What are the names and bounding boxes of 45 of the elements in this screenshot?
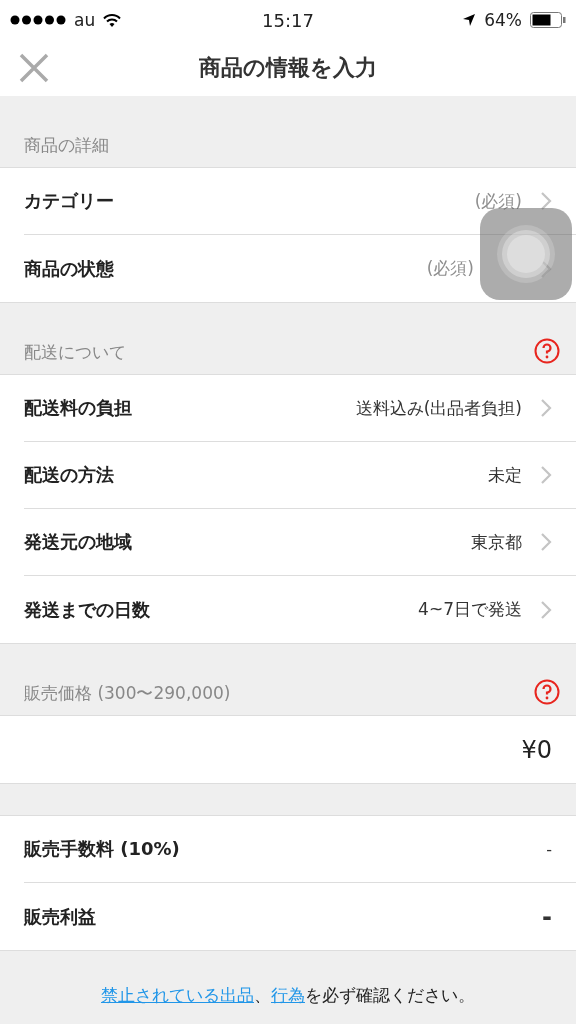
row-label: カテゴリー (24, 189, 115, 213)
row-value: (必須) (426, 257, 474, 280)
row-value: 東京都 (471, 530, 522, 554)
help-icon[interactable] (534, 338, 560, 364)
battery-icon (530, 12, 566, 28)
chevron-icon (540, 465, 552, 485)
row-value: 送料込み(出品者負担) (355, 396, 522, 420)
row-label: 発送元の地域 (24, 530, 133, 554)
row-label: 配送の方法 (24, 463, 115, 487)
assistive-touch-icon (496, 224, 556, 284)
row-value: 4~7日で発送 (418, 598, 522, 621)
chevron-icon (540, 191, 552, 211)
row-value: - (546, 839, 552, 859)
chevron-icon (540, 599, 552, 620)
row-label: 発送までの日数 (24, 597, 151, 622)
section-header: 商品の詳細 (24, 134, 109, 157)
help-icon[interactable] (534, 679, 560, 705)
row-value: - (542, 902, 552, 931)
row-label: 販売利益 (24, 904, 97, 929)
close-icon (19, 53, 49, 83)
signal-icon (10, 15, 66, 25)
assistive-touch-button[interactable] (480, 208, 572, 300)
row-label: 販売手数料 (10%) (24, 837, 181, 861)
section-header: 配送について (24, 341, 126, 364)
wifi-icon (103, 13, 122, 27)
list-row[interactable]: カテゴリー (必須) (24, 168, 576, 235)
list-row[interactable]: 発送元の地域 東京都 (24, 509, 576, 576)
list-row[interactable]: 配送料の負担 送料込み(出品者負担) (24, 375, 576, 442)
section-header: 販売価格 (300〜290,000) (24, 682, 231, 705)
location-arrow-icon (462, 13, 477, 27)
row-label: 配送料の負担 (24, 396, 133, 420)
list-row[interactable]: 配送の方法 未定 (24, 442, 576, 509)
row-value: 未定 (488, 463, 522, 487)
notice-text: 禁止されている出品、行為を必ず確認ください。 (101, 984, 475, 1007)
status-time: 15:17 (262, 9, 314, 31)
row-value: (必須) (474, 189, 522, 213)
row-label: 商品の状態 (24, 256, 115, 281)
chevron-icon (540, 532, 552, 552)
carrier-text: au (74, 10, 96, 30)
list-row[interactable]: 商品の状態 (必須) (24, 235, 576, 302)
chevron-icon (540, 258, 552, 279)
battery-percent: 64% (484, 10, 522, 30)
page-title: 商品の情報を入力 (199, 54, 377, 82)
chevron-icon (540, 398, 552, 418)
list-row[interactable]: 発送までの日数 4~7日で発送 (24, 576, 576, 643)
